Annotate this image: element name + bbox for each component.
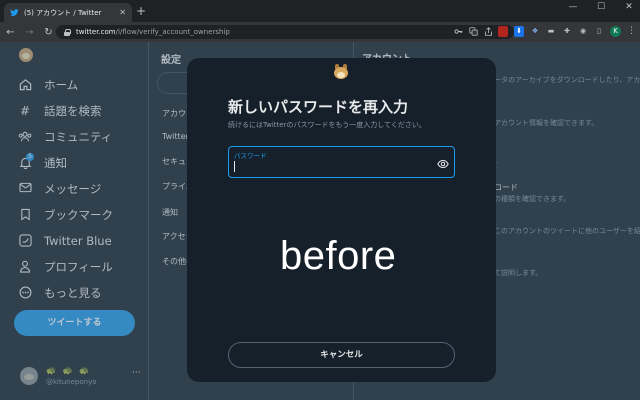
back-arrow-icon[interactable]: ← bbox=[4, 27, 17, 38]
dropbox-icon[interactable]: ❖ bbox=[530, 26, 540, 37]
sidepanel-icon[interactable]: ▯ bbox=[594, 26, 604, 37]
puzzle-icon[interactable]: ✚ bbox=[562, 26, 572, 37]
camera-icon[interactable]: ◉ bbox=[578, 26, 588, 37]
password-input[interactable] bbox=[233, 160, 433, 174]
folder-icon[interactable]: ▬ bbox=[546, 26, 556, 37]
tab-close-icon[interactable]: ✕ bbox=[119, 8, 126, 17]
forward-arrow-icon[interactable]: → bbox=[23, 27, 36, 38]
browser-toolbar: ← → ↻ twitter.com /i/flow/verify_account… bbox=[0, 22, 640, 42]
share-icon[interactable] bbox=[484, 27, 493, 36]
minimize-icon[interactable]: — bbox=[566, 2, 580, 12]
before-overlay-label: before bbox=[280, 234, 397, 278]
site-logo-icon bbox=[334, 64, 348, 80]
new-tab-button[interactable]: + bbox=[136, 4, 146, 18]
maximize-icon[interactable]: ☐ bbox=[594, 2, 608, 12]
lock-icon[interactable] bbox=[64, 28, 71, 36]
profile-avatar[interactable]: K bbox=[610, 26, 621, 37]
translate-icon[interactable] bbox=[469, 27, 478, 36]
password-label: パスワード bbox=[234, 152, 267, 160]
password-dialog: 新しいパスワードを再入力 続けるにはTwitterのパスワードをもう一度入力して… bbox=[187, 58, 496, 382]
text-caret bbox=[234, 161, 235, 172]
reload-icon[interactable]: ↻ bbox=[42, 27, 55, 38]
browser-tab-bar: (5) アカウント / Twitter ✕ + — ☐ ✕ bbox=[0, 0, 640, 22]
extension-red-icon[interactable] bbox=[498, 26, 508, 37]
twitter-bird-icon bbox=[10, 8, 19, 17]
eye-icon[interactable] bbox=[437, 158, 449, 170]
key-icon[interactable] bbox=[454, 27, 463, 36]
browser-tab[interactable]: (5) アカウント / Twitter ✕ bbox=[4, 3, 132, 22]
browser-menu-icon[interactable]: ⋮ bbox=[627, 26, 636, 37]
url-path: /i/flow/verify_account_ownership bbox=[115, 28, 230, 36]
dialog-title: 新しいパスワードを再入力 bbox=[228, 98, 409, 116]
cancel-button[interactable]: キャンセル bbox=[228, 342, 455, 368]
extensions-bar: ⬇ ❖ ▬ ✚ ◉ ▯ K ⋮ bbox=[498, 26, 636, 37]
url-host: twitter.com bbox=[76, 28, 116, 36]
logo-muzzle bbox=[337, 72, 345, 78]
download-icon[interactable]: ⬇ bbox=[514, 26, 524, 37]
address-bar[interactable]: twitter.com /i/flow/verify_account_owner… bbox=[56, 25, 514, 39]
dialog-subtitle: 続けるにはTwitterのパスワードをもう一度入力してください。 bbox=[228, 121, 426, 129]
window-controls: — ☐ ✕ bbox=[566, 2, 636, 12]
password-field[interactable]: パスワード bbox=[228, 146, 455, 178]
window-close-icon[interactable]: ✕ bbox=[622, 2, 636, 12]
tab-title: (5) アカウント / Twitter bbox=[24, 8, 102, 17]
